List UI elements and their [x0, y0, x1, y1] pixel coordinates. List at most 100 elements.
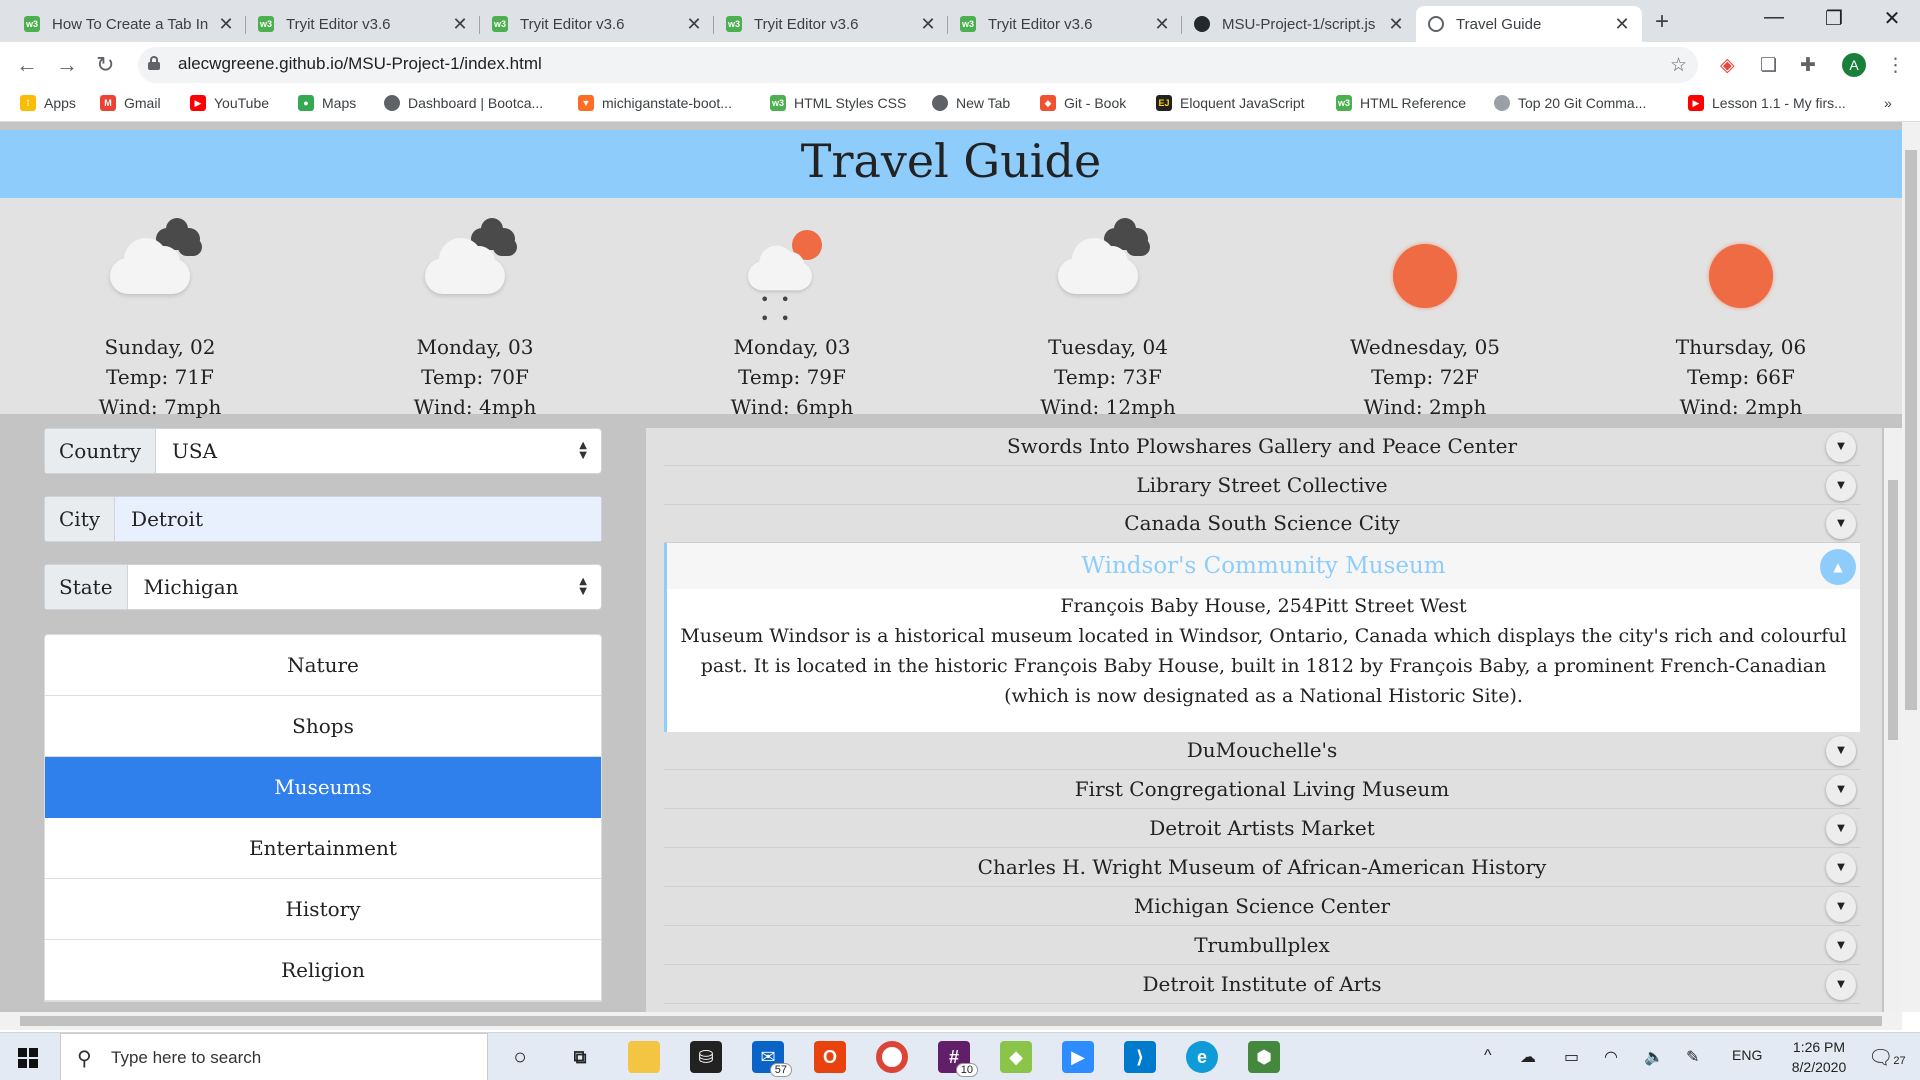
category-museums[interactable]: Museums: [45, 757, 601, 818]
bookmark-star-icon[interactable]: ☆: [1670, 54, 1687, 77]
bookmark-git-commands[interactable]: Top 20 Git Comma...: [1494, 95, 1646, 111]
profile-avatar[interactable]: A: [1842, 53, 1866, 77]
bookmark-maps[interactable]: ● Maps: [298, 95, 356, 111]
category-shops[interactable]: Shops: [45, 696, 601, 757]
expand-toggle-icon[interactable]: ▼: [1826, 970, 1856, 1000]
close-icon[interactable]: ✕: [218, 14, 234, 35]
maximize-icon[interactable]: ❐: [1814, 6, 1854, 31]
place-item[interactable]: Charles H. Wright Museum of African-Amer…: [664, 849, 1860, 887]
place-item[interactable]: DuMouchelle's ▼: [664, 732, 1860, 770]
place-item[interactable]: Michigan Science Center ▼: [664, 888, 1860, 926]
bookmarks-overflow-icon[interactable]: »: [1884, 95, 1892, 111]
notifications-icon[interactable]: 🗨27: [1868, 1045, 1906, 1070]
taskbar-search[interactable]: ⚲ Type here to search: [60, 1033, 488, 1080]
window-close-icon[interactable]: ✕: [1872, 6, 1912, 31]
close-icon[interactable]: ✕: [1388, 14, 1404, 35]
expand-toggle-icon[interactable]: ▼: [1826, 931, 1856, 961]
category-nature[interactable]: Nature: [45, 635, 601, 696]
expand-toggle-icon[interactable]: ▼: [1826, 853, 1856, 883]
bookmark-eloquent-js[interactable]: EJ Eloquent JavaScript: [1156, 95, 1305, 111]
close-icon[interactable]: ✕: [1154, 14, 1170, 35]
bookmark-git-book[interactable]: ◆ Git - Book: [1040, 95, 1126, 111]
bookmark-html-reference[interactable]: w3 HTML Reference: [1336, 95, 1466, 111]
category-entertainment[interactable]: Entertainment: [45, 818, 601, 879]
bookmark-html-styles[interactable]: w3 HTML Styles CSS: [770, 95, 906, 111]
bookmark-apps[interactable]: ⁞ Apps: [20, 95, 76, 111]
tray-chevron-icon[interactable]: ^: [1484, 1047, 1492, 1065]
battery-icon[interactable]: ▭: [1564, 1047, 1579, 1067]
expand-toggle-icon[interactable]: ▼: [1826, 736, 1856, 766]
category-history[interactable]: History: [45, 879, 601, 940]
zoom-icon[interactable]: ▶: [1062, 1041, 1094, 1073]
extension-clipboard-icon[interactable]: ❏: [1760, 54, 1777, 77]
browser-tab[interactable]: w3 How To Create a Tab In ✕: [12, 6, 246, 42]
browser-tab[interactable]: w3 Tryit Editor v3.6 ✕: [246, 6, 480, 42]
place-item[interactable]: Canada South Science City ▼: [664, 505, 1860, 543]
onedrive-icon[interactable]: ☁: [1520, 1047, 1536, 1067]
expand-toggle-icon[interactable]: ▼: [1826, 471, 1856, 501]
browser-tab[interactable]: w3 Tryit Editor v3.6 ✕: [714, 6, 948, 42]
volume-icon[interactable]: 🔈: [1644, 1047, 1664, 1067]
gitkraken-icon[interactable]: ◆: [1000, 1041, 1032, 1073]
close-icon[interactable]: ✕: [1614, 14, 1630, 35]
accordion-scrollbar[interactable]: [1884, 428, 1902, 1012]
place-item[interactable]: Library Street Collective ▼: [664, 467, 1860, 505]
office-icon[interactable]: O: [814, 1041, 846, 1073]
scrollbar-thumb[interactable]: [20, 1016, 1882, 1026]
close-icon[interactable]: ✕: [920, 14, 936, 35]
place-item[interactable]: First Congregational Living Museum ▼: [664, 771, 1860, 809]
task-view-icon[interactable]: ⧉: [564, 1041, 596, 1073]
place-expanded-header[interactable]: Windsor's Community Museum ▲: [667, 543, 1860, 589]
store-icon[interactable]: ⛁: [690, 1041, 722, 1073]
minimize-icon[interactable]: —: [1754, 6, 1794, 29]
browser-tab[interactable]: MSU-Project-1/script.js ✕: [1182, 6, 1416, 42]
close-icon[interactable]: ✕: [686, 14, 702, 35]
system-clock[interactable]: 1:26 PM 8/2/2020: [1774, 1037, 1864, 1077]
state-select[interactable]: State Michigan ▲ ▼: [44, 564, 602, 610]
expand-toggle-icon[interactable]: ▼: [1826, 775, 1856, 805]
browser-tab-active[interactable]: Travel Guide ✕: [1416, 6, 1642, 42]
file-explorer-icon[interactable]: [628, 1041, 660, 1073]
expand-toggle-icon[interactable]: ▼: [1826, 892, 1856, 922]
cortana-icon[interactable]: ○: [504, 1041, 536, 1073]
browser-tab[interactable]: w3 Tryit Editor v3.6 ✕: [948, 6, 1182, 42]
back-icon[interactable]: ←: [16, 52, 38, 78]
edge-icon[interactable]: e: [1186, 1041, 1218, 1073]
node-icon[interactable]: ⬢: [1248, 1041, 1280, 1073]
page-scrollbar[interactable]: [1902, 122, 1920, 1012]
menu-kebab-icon[interactable]: ⋮: [1886, 54, 1905, 77]
horizontal-scrollbar[interactable]: [0, 1012, 1902, 1030]
wifi-icon[interactable]: ◠: [1604, 1047, 1618, 1067]
expand-toggle-icon[interactable]: ▼: [1826, 814, 1856, 844]
place-item[interactable]: Detroit Artists Market ▼: [664, 810, 1860, 848]
forward-icon[interactable]: →: [56, 52, 78, 78]
city-input[interactable]: Detroit: [115, 497, 601, 541]
bookmark-dashboard[interactable]: Dashboard | Bootca...: [384, 95, 543, 111]
place-item[interactable]: Detroit Institute of Arts ▼: [664, 966, 1860, 1004]
bookmark-gitlab[interactable]: ▼ michiganstate-boot...: [578, 95, 732, 111]
bookmark-gmail[interactable]: M Gmail: [100, 95, 161, 111]
pen-icon[interactable]: ✎: [1686, 1047, 1699, 1067]
extensions-puzzle-icon[interactable]: ✚: [1800, 54, 1816, 77]
collapse-toggle-icon[interactable]: ▲: [1820, 549, 1856, 585]
city-field[interactable]: City Detroit: [44, 496, 602, 542]
place-item[interactable]: Trumbullplex ▼: [664, 927, 1860, 965]
expand-toggle-icon[interactable]: ▼: [1826, 509, 1856, 539]
bookmark-new-tab[interactable]: New Tab: [932, 95, 1010, 111]
country-value[interactable]: USA ▲ ▼: [156, 429, 601, 473]
chrome-icon[interactable]: [876, 1041, 908, 1073]
language-indicator[interactable]: ENG: [1732, 1047, 1762, 1063]
bookmark-youtube[interactable]: ▶ YouTube: [190, 95, 269, 111]
place-item[interactable]: Swords Into Plowshares Gallery and Peace…: [664, 428, 1860, 466]
windows-start-icon[interactable]: [18, 1048, 38, 1068]
scrollbar-thumb[interactable]: [1888, 480, 1898, 740]
slack-icon[interactable]: #10: [938, 1041, 978, 1077]
mail-icon[interactable]: ✉ 57: [752, 1041, 792, 1077]
country-select[interactable]: Country USA ▲ ▼: [44, 428, 602, 474]
scrollbar-thumb[interactable]: [1905, 150, 1917, 710]
bookmark-lesson[interactable]: ▶ Lesson 1.1 - My firs...: [1688, 95, 1846, 111]
close-icon[interactable]: ✕: [452, 14, 468, 35]
new-tab-icon[interactable]: +: [1655, 8, 1669, 36]
reload-icon[interactable]: ↻: [96, 52, 114, 78]
extension-cast-icon[interactable]: ◈: [1720, 54, 1735, 77]
